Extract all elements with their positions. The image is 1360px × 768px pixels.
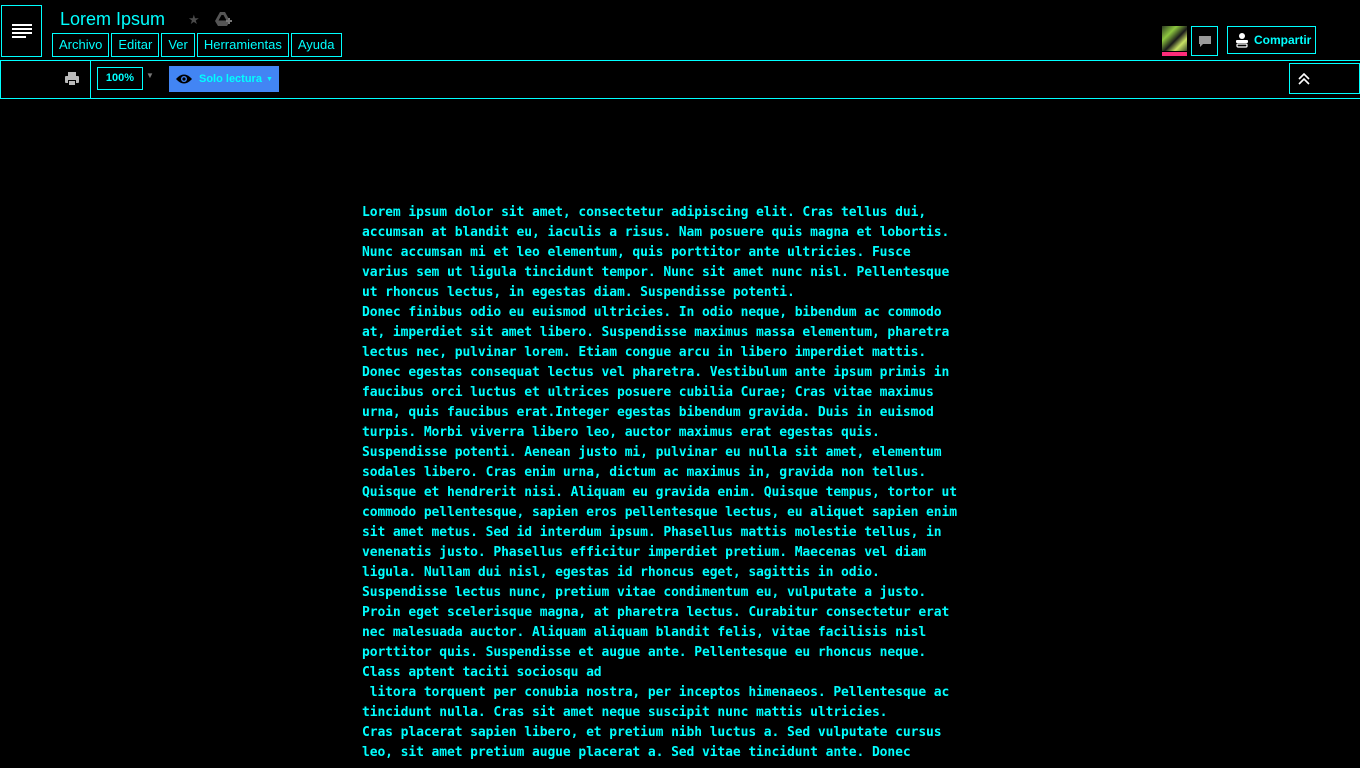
menu-item[interactable]: Ayuda [290,33,342,57]
paragraph-line: Donec egestas consequat lectus vel phare… [362,365,950,380]
app-header: Lorem Ipsum ★ Archivo Editar Ver Herramient… [0,0,1360,60]
avatar-presence-bar [1162,52,1187,56]
paragraph-line: porttitor quis. Suspendisse et augue ant… [362,645,927,660]
print-icon[interactable] [64,71,80,87]
mode-button[interactable]: Solo lectura ▼ [169,66,279,92]
paragraph-line: Class aptent taciti sociosqu ad [362,665,602,680]
paragraph-line: commodo pellentesque, sapien eros pellen… [362,505,957,520]
mode-button-label: Solo lectura [199,73,262,85]
paragraph-line: accumsan at blandit eu, iaculis a risus.… [362,225,950,240]
comments-button[interactable] [1191,26,1218,56]
double-chevron-up-icon [1298,72,1310,85]
paragraph-line: Nunc accumsan mi et leo elementum, quis … [362,245,911,260]
add-to-drive-icon[interactable] [214,11,232,27]
paragraph-line: faucibus orci luctus et ultrices posuere… [362,385,934,400]
zoom-select[interactable]: 100% [97,67,143,90]
paragraph-line: urna, quis faucibus erat.Integer egestas… [362,405,934,420]
paragraph-line: ligula. Nullam dui nisl, egestas id rhon… [362,565,880,580]
paragraph-line: at, imperdiet sit amet libero. Suspendis… [362,325,950,340]
mode-dropdown-icon: ▼ [265,75,273,83]
person-icon [1236,33,1248,48]
hamburger-icon [11,24,32,38]
menu-item[interactable]: Archivo [52,33,110,57]
toolbar: 100% ▼ Solo lectura ▼ [0,60,1360,99]
paragraph-line: Cras placerat sapien libero, et pretium … [362,725,942,740]
paragraph-line: Quisque et hendrerit nisi. Aliquam eu gr… [362,485,957,500]
document-body: Lorem ipsum dolor sit amet, consectetur … [362,203,1002,763]
eye-icon [176,74,192,84]
paragraph-line: Suspendisse lectus nunc, pretium vitae c… [362,585,927,600]
menu-bar: Archivo Editar Ver Herramientas Ayuda [52,33,342,57]
menu-item[interactable]: Ver [161,33,195,57]
paragraph-line: Donec finibus odio eu euismod ultricies.… [362,305,942,320]
paragraph-line: Suspendisse potenti. Aenean justo mi, pu… [362,445,942,460]
main-menu-button[interactable] [1,5,42,57]
paragraph-line: sit amet metus. Sed id interdum ipsum. P… [362,525,942,540]
avatar[interactable] [1162,26,1187,56]
comment-icon [1198,35,1211,47]
avatar-image [1162,26,1187,51]
toolbar-left-group [0,61,91,98]
paragraph-line: venenatis justo. Phasellus efficitur imp… [362,545,927,560]
paragraph-line: ut rhoncus lectus, in egestas diam. Susp… [362,285,795,300]
share-button[interactable]: Compartir [1227,26,1316,54]
star-icon[interactable]: ★ [188,12,200,28]
paragraph-line: nec malesuada auctor. Aliquam aliquam bl… [362,625,927,640]
paragraph-line: sodales libero. Cras enim urna, dictum a… [362,465,927,480]
paragraph-line: Lorem ipsum dolor sit amet, consectetur … [362,205,927,220]
paragraph-line: litora torquent per conubia nostra, per … [362,685,950,700]
menu-item[interactable]: Editar [111,33,160,57]
menu-item[interactable]: Herramientas [196,33,289,57]
paragraph-line: turpis. Morbi viverra libero leo, auctor… [362,425,880,440]
zoom-dropdown-icon[interactable]: ▼ [146,71,154,80]
paragraph-line: Proin eget scelerisque magna, at pharetr… [362,605,950,620]
share-button-label: Compartir [1254,33,1312,47]
paragraph-line: varius sem ut ligula tincidunt tempor. N… [362,265,950,280]
document-title[interactable]: Lorem Ipsum [60,9,165,30]
paragraph-line: leo, sit amet pretium augue placerat a. … [362,745,911,760]
collapse-menus-button[interactable] [1289,63,1360,94]
paragraph-line: lectus nec, pulvinar lorem. Etiam congue… [362,345,927,360]
paragraph-line: tincidunt nulla. Cras sit amet neque sus… [362,705,888,720]
